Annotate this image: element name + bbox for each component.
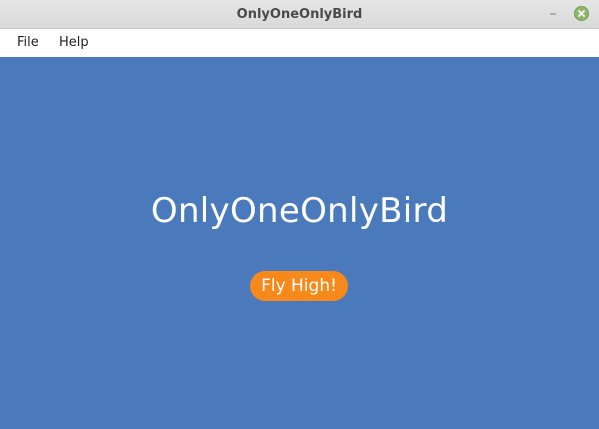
minimize-icon: – [549,6,557,22]
close-button[interactable] [574,6,589,21]
menu-file[interactable]: File [17,29,39,57]
main-content: OnlyOneOnlyBird Fly High! [0,57,599,429]
menu-help[interactable]: Help [59,29,89,57]
title-bar[interactable]: OnlyOneOnlyBird – [0,0,599,29]
window-title: OnlyOneOnlyBird [236,7,363,22]
fly-high-button[interactable]: Fly High! [250,271,348,301]
minimize-button[interactable]: – [544,4,562,24]
close-icon [578,10,585,17]
app-window: OnlyOneOnlyBird – File Help OnlyOneOnlyB… [0,0,599,429]
menu-bar: File Help [0,29,599,57]
app-title: OnlyOneOnlyBird [150,191,449,231]
